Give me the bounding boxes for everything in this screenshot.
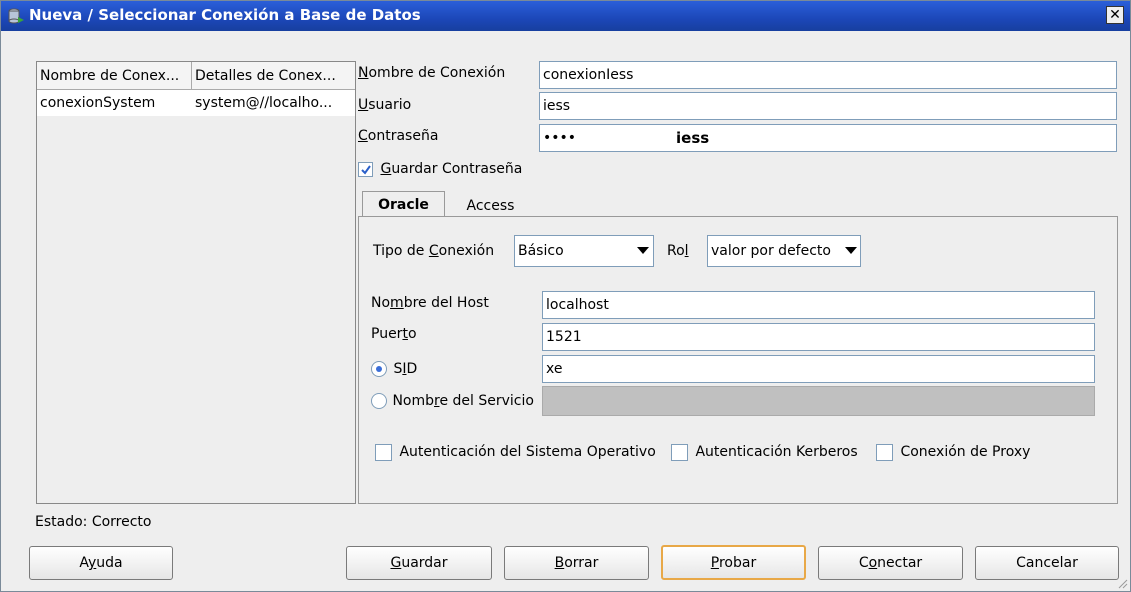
column-header-name[interactable]: Nombre de Conex... <box>37 62 192 90</box>
table-row[interactable]: conexionSystem system@//localho... <box>37 90 355 116</box>
sid-input[interactable]: xe <box>542 355 1095 383</box>
proxy-label: Conexión de Proxy <box>900 444 1031 460</box>
chevron-down-icon <box>637 247 649 254</box>
checkbox-checked[interactable] <box>358 161 373 177</box>
user-label: Usuario <box>358 97 412 113</box>
kerberos-label: Autenticación Kerberos <box>695 444 858 460</box>
connection-type-label: Tipo de Conexión <box>373 243 495 259</box>
connect-button[interactable]: Conectar <box>818 546 963 580</box>
checkmark-icon <box>361 164 371 175</box>
password-input[interactable]: •••• iess <box>539 124 1117 152</box>
save-password-label: Guardar Contraseña <box>380 161 523 177</box>
service-name-label: Nombre del Servicio <box>392 393 534 409</box>
database-icon <box>8 8 24 24</box>
host-input[interactable]: localhost <box>542 291 1095 319</box>
title-bar[interactable]: Nueva / Seleccionar Conexión a Base de D… <box>1 1 1130 31</box>
role-value: valor por defecto <box>711 243 831 259</box>
connection-type-select[interactable]: Básico <box>514 235 654 267</box>
port-label: Puerto <box>371 326 417 342</box>
chevron-down-icon <box>845 247 857 254</box>
sid-label: SID <box>393 361 418 377</box>
kerberos-checkbox[interactable]: Autenticación Kerberos <box>671 442 858 462</box>
port-input[interactable]: 1521 <box>542 323 1095 351</box>
service-name-radio[interactable]: Nombre del Servicio <box>371 391 534 411</box>
tab-oracle[interactable]: Oracle <box>362 191 445 217</box>
save-password-checkbox[interactable]: Guardar Contraseña <box>358 159 522 179</box>
close-icon: ✕ <box>1109 7 1121 23</box>
password-mask: •••• <box>543 130 577 146</box>
os-auth-label: Autenticación del Sistema Operativo <box>399 444 656 460</box>
column-header-details[interactable]: Detalles de Conex... <box>192 62 355 90</box>
connection-name-cell: conexionSystem <box>40 95 156 111</box>
checkbox-unchecked[interactable] <box>876 443 893 461</box>
proxy-checkbox[interactable]: Conexión de Proxy <box>876 442 1030 462</box>
radio-unselected[interactable] <box>371 393 387 409</box>
delete-button[interactable]: Borrar <box>504 546 649 580</box>
save-button[interactable]: Guardar <box>346 546 492 580</box>
status-text: Estado: Correcto <box>35 514 152 530</box>
connections-table[interactable]: Nombre de Conex... Detalles de Conex... … <box>36 61 356 504</box>
resize-grip-icon[interactable] <box>1116 577 1128 589</box>
role-label: Rol <box>667 243 689 259</box>
test-button[interactable]: Probar <box>661 545 806 580</box>
help-button[interactable]: Ayuda <box>29 546 173 580</box>
radio-selected[interactable] <box>371 361 387 377</box>
cancel-button[interactable]: Cancelar <box>975 546 1119 580</box>
checkbox-unchecked[interactable] <box>671 443 688 461</box>
sid-radio[interactable]: SID <box>371 359 417 379</box>
password-overlay-text: iess <box>676 129 710 147</box>
connection-name-input[interactable]: conexionIess <box>539 61 1117 89</box>
checkbox-unchecked[interactable] <box>375 443 392 461</box>
window-title: Nueva / Seleccionar Conexión a Base de D… <box>29 6 421 24</box>
password-label: Contraseña <box>358 128 439 144</box>
service-name-input[interactable] <box>542 386 1095 416</box>
connection-name-label: Nombre de Conexión <box>358 65 506 81</box>
os-auth-checkbox[interactable]: Autenticación del Sistema Operativo <box>375 442 656 462</box>
connection-details-cell: system@//localho... <box>195 95 333 111</box>
close-button[interactable]: ✕ <box>1106 6 1124 24</box>
connection-type-value: Básico <box>518 243 564 259</box>
role-select[interactable]: valor por defecto <box>707 235 861 267</box>
connection-dialog: Nueva / Seleccionar Conexión a Base de D… <box>0 0 1131 592</box>
host-label: Nombre del Host <box>371 295 489 311</box>
user-input[interactable]: iess <box>539 92 1117 120</box>
